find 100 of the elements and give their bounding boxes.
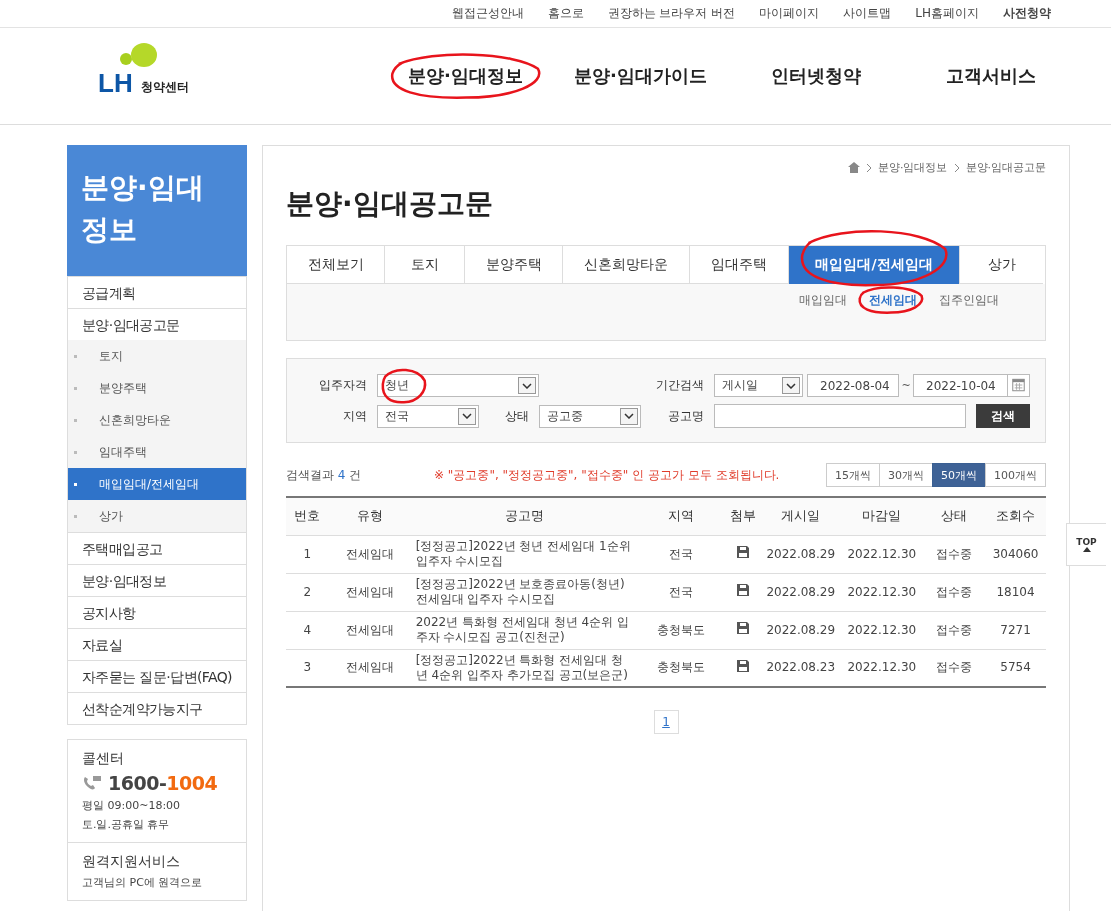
home-icon [848, 162, 860, 173]
page-size-button[interactable]: 15개씩 [826, 463, 880, 487]
utility-link[interactable]: 사이트맵 [843, 5, 892, 22]
table-cell: 3 [286, 649, 329, 687]
save-file-icon[interactable] [736, 622, 749, 634]
call-hours: 평일 09:00~18:00 [82, 798, 182, 813]
save-file-icon[interactable] [736, 659, 749, 672]
page-number[interactable]: 1 [653, 710, 679, 734]
table-cell: 접수중 [922, 611, 986, 649]
category-tab[interactable]: 신혼희망타운 [562, 246, 689, 284]
sidebar-subitem[interactable]: 상가 [68, 500, 246, 532]
utility-link[interactable]: 사전청약 [1003, 5, 1051, 22]
main-nav-link[interactable]: 분양·임대정보 [378, 64, 553, 88]
filter-label: 상태 [504, 407, 530, 425]
table-cell: 304060 [985, 535, 1046, 573]
column-header: 게시일 [760, 497, 842, 535]
table-cell: 접수중 [922, 573, 986, 611]
sidebar-subitem[interactable]: 분양주택 [68, 372, 246, 404]
category-tab[interactable]: 분양주택 [464, 246, 562, 284]
table-cell: 전국 [636, 573, 726, 611]
table-cell: 충청북도 [636, 611, 726, 649]
sidebar-subitem[interactable]: 토지 [68, 340, 246, 372]
table-cell: 충청북도 [636, 649, 726, 687]
status-select[interactable]: 공고중 [539, 404, 641, 428]
table-cell: 2022.12.30 [841, 535, 923, 573]
filter-label: 공고명 [667, 407, 705, 425]
utility-link[interactable]: 홈으로 [547, 5, 584, 22]
page-size-button[interactable]: 50개씩 [932, 463, 986, 487]
notice-name-field[interactable] [714, 404, 966, 428]
table-cell: 2022.08.29 [760, 535, 842, 573]
table-cell: 2022.08.23 [760, 649, 842, 687]
search-button[interactable]: 검색 [976, 404, 1030, 428]
notice-title-link[interactable]: [정정공고]2022년 특화형 전세임대 청년 4순위 입주자 추가모집 공고(보은군) [411, 649, 637, 687]
save-file-icon[interactable] [736, 546, 749, 558]
utility-link[interactable]: LH홈페이지 [915, 5, 979, 22]
table-cell: 전국 [636, 535, 726, 573]
table-cell: 접수중 [922, 649, 986, 687]
table-cell: 2022.12.30 [841, 573, 923, 611]
end-date-field[interactable]: 2022-10-04 [913, 374, 1030, 397]
breadcrumb-link[interactable]: 분양·임대정보 [878, 160, 948, 175]
main-nav-link[interactable]: 인터넷청약 [728, 64, 903, 88]
column-header: 첨부 [725, 497, 761, 535]
period-type-select[interactable]: 게시일 [714, 374, 803, 397]
column-header: 공고명 [411, 497, 637, 535]
sidebar-subitem[interactable]: 매입임대/전세임대 [68, 468, 246, 500]
column-header: 상태 [922, 497, 986, 535]
phone-number: 1600-1004 [108, 772, 218, 794]
sidebar-title: 분양·임대 정보 [67, 145, 247, 276]
logo-drops-icon [118, 42, 158, 70]
category-tab[interactable]: 전체보기 [287, 246, 384, 284]
call-center-title: 콜센터 [82, 750, 125, 768]
page-size-button[interactable]: 100개씩 [985, 463, 1046, 487]
table-cell: 1 [286, 535, 329, 573]
utility-link[interactable]: 권장하는 브라우저 버전 [607, 5, 736, 22]
site-logo[interactable]: LH 청약센터 [98, 42, 328, 96]
start-date-field[interactable]: 2022-08-04 [807, 374, 899, 397]
table-cell: 전세임대 [328, 535, 412, 573]
search-notice: ※ "공고중", "정정공고중", "접수중" 인 공고가 모두 조회됩니다. [434, 466, 780, 484]
main-nav-link[interactable]: 분양·임대가이드 [553, 64, 728, 88]
table-cell: 18104 [985, 573, 1046, 611]
sidebar-subitem[interactable]: 임대주택 [68, 436, 246, 468]
save-file-icon[interactable] [736, 584, 749, 596]
table-cell: 전세임대 [328, 611, 412, 649]
table-cell: 접수중 [922, 535, 986, 573]
call-closed-days: 토.일.공휴일 휴무 [82, 817, 232, 832]
notice-title-link[interactable]: [정정공고]2022년 청년 전세임대 1순위 입주자 수시모집 [411, 535, 637, 573]
subcategory-tab[interactable]: 집주인임대 [939, 292, 999, 308]
subcategory-tab[interactable]: 매입임대 [799, 292, 847, 308]
caret-icon [624, 413, 634, 419]
scroll-top-button[interactable]: TOP [1066, 523, 1106, 566]
page-size-button[interactable]: 30개씩 [879, 463, 933, 487]
main-nav-link[interactable]: 고객서비스 [903, 64, 1078, 88]
caret-icon [786, 382, 796, 389]
category-tab[interactable]: 매입임대/전세임대 [788, 246, 959, 284]
caret-up-icon [1082, 547, 1091, 552]
category-tab[interactable]: 상가 [959, 246, 1043, 284]
table-cell: 2022.08.29 [760, 573, 842, 611]
category-tab[interactable]: 토지 [384, 246, 464, 284]
notice-title-link[interactable]: [정정공고]2022년 보호종료아동(청년) 전세임대 입주자 수시모집 [411, 573, 637, 611]
caret-icon [522, 382, 532, 389]
notice-title-link[interactable]: 2022년 특화형 전세임대 청년 4순위 입주자 수시모집 공고(진천군) [411, 611, 637, 649]
table-cell: 전세임대 [328, 649, 412, 687]
phone-icon [82, 775, 102, 791]
filter-label: 기간검색 [655, 377, 705, 394]
table-cell: 전세임대 [328, 573, 412, 611]
table-cell: 2022.08.29 [760, 611, 842, 649]
subcategory-tab[interactable]: 전세임대 [869, 292, 917, 308]
breadcrumb-link[interactable]: 분양·임대공고문 [965, 160, 1046, 175]
table-cell: 7271 [985, 611, 1046, 649]
utility-link[interactable]: 웹접근성안내 [451, 5, 524, 22]
qualification-select[interactable]: 청년 [377, 374, 539, 397]
sidebar-subitem[interactable]: 신혼희망타운 [68, 404, 246, 436]
result-count: 검색결과 4 건 [286, 466, 363, 484]
column-header: 번호 [286, 497, 329, 535]
region-select[interactable]: 전국 [377, 404, 479, 428]
table-cell: 2022.12.30 [841, 649, 923, 687]
column-header: 마감일 [841, 497, 923, 535]
remote-support-text: 고객님의 PC에 원격으로 [82, 875, 204, 890]
column-header: 유형 [328, 497, 412, 535]
utility-link[interactable]: 마이페이지 [759, 5, 820, 22]
